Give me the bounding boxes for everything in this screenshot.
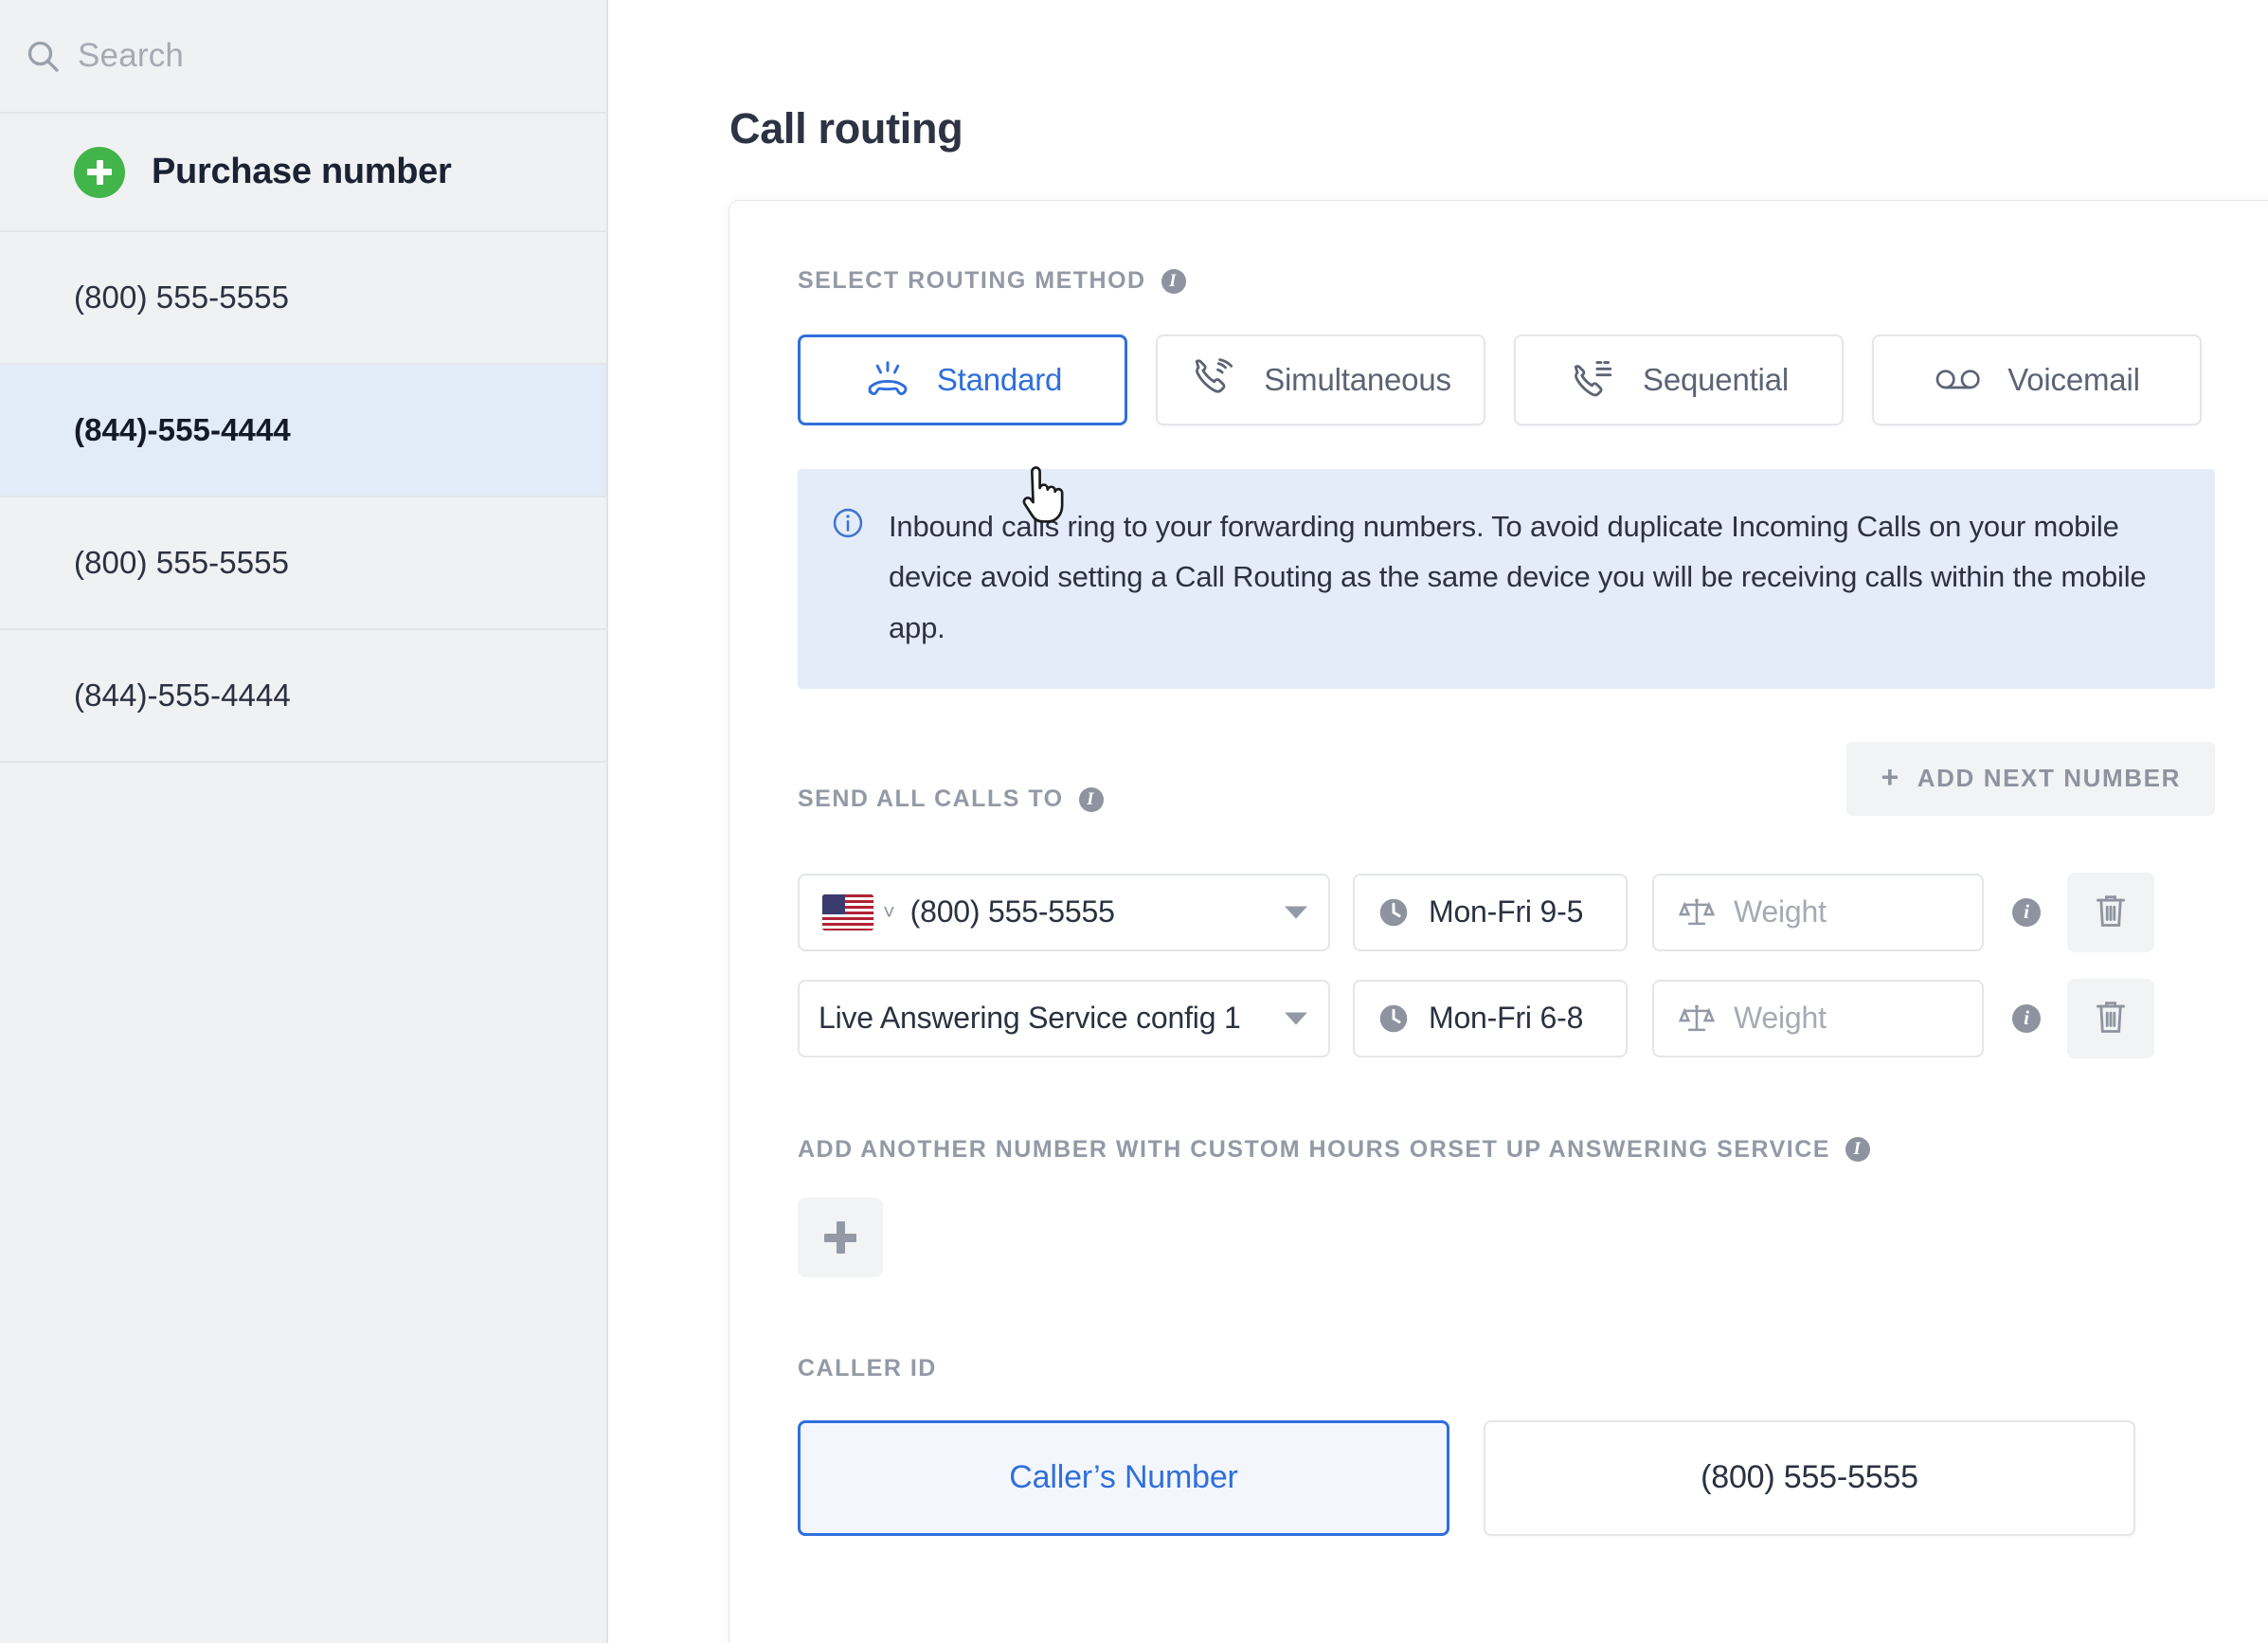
delete-row-0-button[interactable] <box>2067 872 2154 952</box>
chevron-down-icon-flag[interactable]: ˅ <box>883 901 895 923</box>
trash-icon <box>2095 999 2127 1038</box>
send-all-calls-header: SEND ALL CALLS TO i + ADD NEXT NUMBER <box>798 741 2215 837</box>
voicemail-icon <box>1934 355 1983 405</box>
phone-waves-icon <box>1190 355 1239 405</box>
caller-id-label-text: CALLER ID <box>798 1354 937 1381</box>
search-bar[interactable] <box>0 0 606 114</box>
chevron-down-icon-1[interactable] <box>1285 1012 1307 1025</box>
scale-icon <box>1678 1002 1716 1035</box>
sidebar-item-number-1[interactable]: (844)-555-4444 <box>0 365 606 497</box>
info-icon-send-all-calls[interactable]: i <box>1078 786 1104 812</box>
info-banner-text: Inbound calls ring to your forwarding nu… <box>889 510 2147 644</box>
service-select-1[interactable]: Live Answering Service config 1 <box>798 979 1330 1057</box>
page-title: Call routing <box>729 104 963 153</box>
routing-option-label: Standard <box>936 362 1063 397</box>
call-routing-card: SELECT ROUTING METHOD i Standard <box>729 201 2268 1643</box>
caller-id-options: Caller’s Number (800) 555-5555 <box>798 1419 2243 1536</box>
info-icon-routing-method[interactable]: i <box>1161 268 1186 294</box>
send-all-calls-label-text: SEND ALL CALLS TO <box>798 785 1064 813</box>
number-label: (800) 555-5555 <box>74 545 290 580</box>
weight-placeholder-1: Weight <box>1734 1001 1827 1036</box>
clock-icon <box>1377 1002 1410 1035</box>
weight-field-1[interactable]: Weight <box>1652 979 1984 1057</box>
send-all-calls-label: SEND ALL CALLS TO i <box>798 785 1104 813</box>
add-another-number-label-text: ADD ANOTHER NUMBER WITH CUSTOM HOURS ORS… <box>798 1135 1830 1163</box>
main-content: Call routing SELECT ROUTING METHOD i <box>608 0 2268 1643</box>
routing-option-label: Simultaneous <box>1264 362 1451 397</box>
number-label: (844)-555-4444 <box>74 412 291 447</box>
add-next-number-label: ADD NEXT NUMBER <box>1917 764 2181 793</box>
number-label: (844)-555-4444 <box>74 677 291 713</box>
info-circle-icon <box>832 507 864 653</box>
hours-value: Mon-Fri 9-5 <box>1429 894 1584 930</box>
sidebar-item-number-0[interactable]: (800) 555-5555 <box>0 232 606 365</box>
service-value: Live Answering Service config 1 <box>819 1001 1241 1036</box>
app-root: Purchase number (800) 555-5555 (844)-555… <box>0 0 2268 1643</box>
routing-option-label: Sequential <box>1643 362 1789 397</box>
hours-value: Mon-Fri 6-8 <box>1429 1001 1584 1036</box>
plus-icon <box>824 1220 856 1254</box>
add-next-number-button[interactable]: + ADD NEXT NUMBER <box>1846 741 2215 816</box>
routing-method-options: Standard Simultaneous Sequential Voicema… <box>798 334 2243 523</box>
info-icon-row-1[interactable]: i <box>2012 1003 2041 1033</box>
routing-option-standard[interactable]: Standard <box>798 334 1127 523</box>
sidebar: Purchase number (800) 555-5555 (844)-555… <box>0 0 608 1643</box>
purchase-number-label: Purchase number <box>152 152 452 191</box>
number-label: (800) 555-5555 <box>74 280 290 315</box>
caller-id-option-label: (800) 555-5555 <box>1701 1459 1918 1496</box>
routing-row-0: ˅ (800) 555-5555 Mon-Fri 9-5 Weight i <box>798 872 2243 952</box>
phone-list-icon <box>1569 355 1618 405</box>
caller-id-option-own-number[interactable]: (800) 555-5555 <box>1484 1419 2135 1536</box>
caller-id-option-label: Caller’s Number <box>1009 1459 1238 1496</box>
weight-placeholder-0: Weight <box>1734 894 1827 930</box>
select-routing-method-label: SELECT ROUTING METHOD i <box>798 267 2243 295</box>
search-input[interactable] <box>78 37 606 75</box>
add-another-number-button[interactable] <box>798 1197 883 1277</box>
routing-row-1: Live Answering Service config 1 Mon-Fri … <box>798 978 2243 1058</box>
sidebar-item-number-2[interactable]: (800) 555-5555 <box>0 497 606 630</box>
scale-icon <box>1678 896 1716 929</box>
purchase-number-button[interactable]: Purchase number <box>0 114 606 232</box>
routing-option-simultaneous[interactable]: Simultaneous <box>1156 334 1485 425</box>
add-another-number-label: ADD ANOTHER NUMBER WITH CUSTOM HOURS ORS… <box>798 1136 2243 1164</box>
plus-icon: + <box>1881 759 1900 794</box>
search-icon <box>21 34 64 78</box>
weight-field-0[interactable]: Weight <box>1652 873 1984 951</box>
sidebar-item-number-3[interactable]: (844)-555-4444 <box>0 630 606 763</box>
delete-row-1-button[interactable] <box>2067 978 2154 1058</box>
routing-option-sequential[interactable]: Sequential <box>1514 334 1844 425</box>
routing-method-label-text: SELECT ROUTING METHOD <box>798 267 1146 294</box>
info-banner: Inbound calls ring to your forwarding nu… <box>798 469 2215 689</box>
phone-number-select-0[interactable]: ˅ (800) 555-5555 <box>798 873 1330 951</box>
hours-field-1[interactable]: Mon-Fri 6-8 <box>1353 979 1628 1057</box>
sidebar-empty-space <box>0 763 606 1643</box>
plus-circle-icon <box>74 146 125 198</box>
us-flag-icon <box>822 894 873 930</box>
phone-ringing-icon <box>863 355 912 405</box>
info-icon-row-0[interactable]: i <box>2012 897 2041 927</box>
trash-icon <box>2095 893 2127 931</box>
routing-option-label: Voicemail <box>2007 362 2140 397</box>
phone-number-value: (800) 555-5555 <box>909 894 1115 930</box>
hours-field-0[interactable]: Mon-Fri 9-5 <box>1353 873 1628 951</box>
clock-icon <box>1377 896 1410 929</box>
caller-id-label: CALLER ID <box>798 1355 2243 1382</box>
routing-option-voicemail[interactable]: Voicemail <box>1872 334 2202 425</box>
chevron-down-icon-0[interactable] <box>1285 906 1307 919</box>
caller-id-option-callers-number[interactable]: Caller’s Number <box>798 1419 1449 1536</box>
info-icon-add-another[interactable]: i <box>1845 1137 1870 1163</box>
